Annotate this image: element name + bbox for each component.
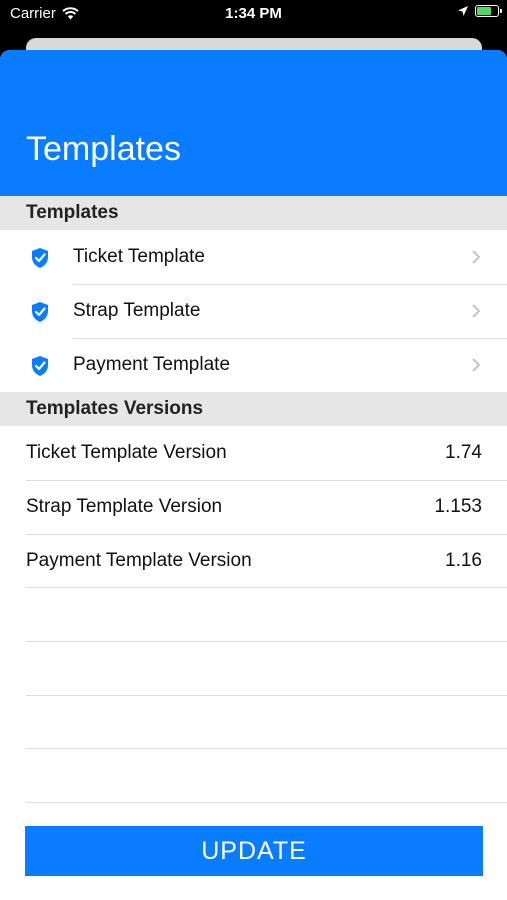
version-label: Strap Template Version (26, 496, 223, 517)
location-arrow-icon (458, 6, 468, 16)
version-row-payment: Payment Template Version 1.16 (0, 534, 507, 588)
version-value: 1.74 (445, 442, 482, 463)
list-item-ticket-template[interactable]: Ticket Template (0, 230, 507, 284)
version-value: 1.16 (445, 550, 482, 571)
list-item-payment-template[interactable]: Payment Template (0, 338, 507, 392)
battery-level (477, 7, 491, 15)
battery-icon (475, 5, 502, 17)
version-row-strap: Strap Template Version 1.153 (0, 480, 507, 534)
empty-row-separator (26, 641, 507, 642)
header: Templates (0, 50, 507, 196)
page-title: Templates (26, 130, 181, 168)
empty-row-separator (26, 802, 507, 803)
section-header-versions: Templates Versions (0, 392, 507, 426)
shield-check-icon (32, 302, 48, 322)
list-item-label: Payment Template (73, 354, 231, 375)
status-time: 1:34 PM (225, 5, 282, 22)
list-item-strap-template[interactable]: Strap Template (0, 284, 507, 338)
version-row-ticket: Ticket Template Version 1.74 (0, 426, 507, 480)
list-item-label: Ticket Template (73, 246, 205, 267)
chevron-right-icon (472, 250, 481, 264)
templates-sheet: Templates Templates Ticket Template Stra… (0, 50, 507, 900)
version-value: 1.153 (434, 496, 482, 517)
shield-check-icon (32, 248, 48, 268)
app-screen: Carrier 1:34 PM Templates Templates Tick… (0, 0, 507, 900)
chevron-right-icon (472, 304, 481, 318)
empty-row-separator (26, 748, 507, 749)
status-bar: Carrier 1:34 PM (0, 0, 507, 30)
section-header-templates: Templates (0, 196, 507, 230)
chevron-right-icon (472, 358, 481, 372)
row-separator (26, 587, 507, 588)
version-label: Payment Template Version (26, 550, 252, 571)
empty-row-separator (26, 695, 507, 696)
shield-check-icon (32, 356, 48, 376)
list-item-label: Strap Template (73, 300, 201, 321)
version-label: Ticket Template Version (26, 442, 227, 463)
status-right (457, 5, 502, 17)
update-button[interactable]: UPDATE (25, 826, 483, 876)
